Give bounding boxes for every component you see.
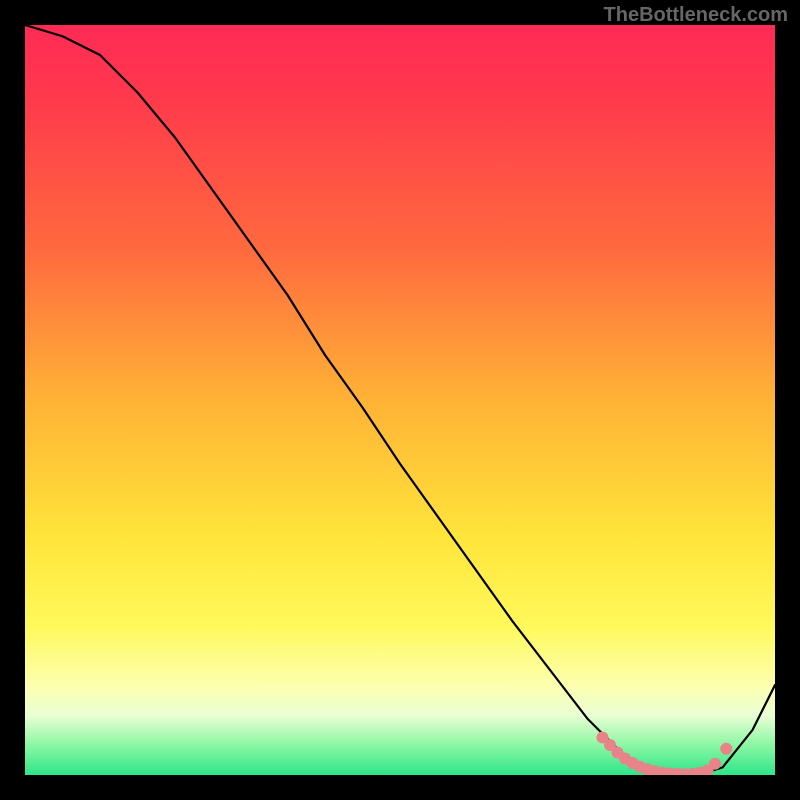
highlight-dot: [709, 758, 721, 770]
highlight-dot: [720, 743, 732, 755]
chart-frame: TheBottleneck.com: [0, 0, 800, 800]
plot-area: [25, 25, 775, 775]
bottleneck-curve: [25, 25, 775, 774]
curve-layer: [25, 25, 775, 775]
highlight-dots: [597, 732, 733, 776]
attribution-text: TheBottleneck.com: [604, 4, 788, 27]
